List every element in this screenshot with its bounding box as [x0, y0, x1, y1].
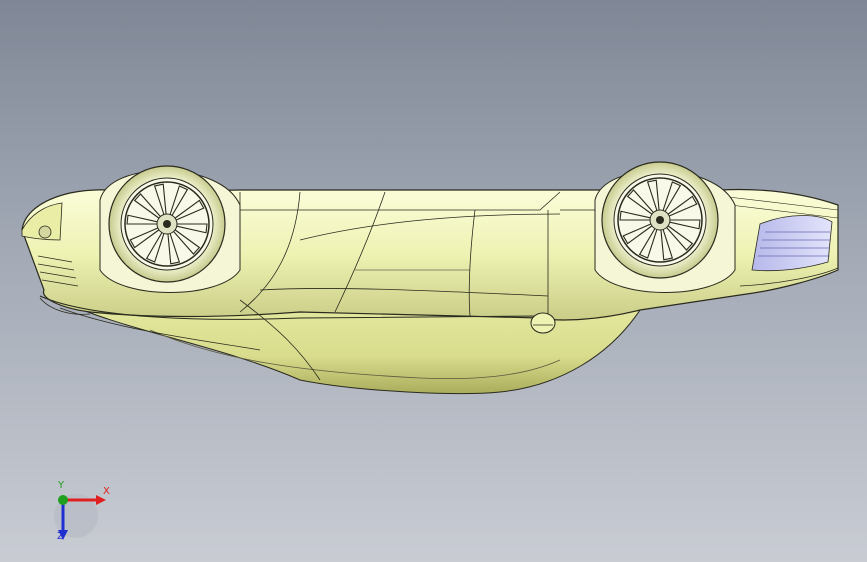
y-axis-dot [58, 495, 68, 505]
door-handle[interactable] [530, 312, 556, 334]
rear-wheel[interactable] [601, 161, 719, 279]
graphics-viewport[interactable]: X Y Z [0, 0, 867, 562]
car-model[interactable] [0, 0, 867, 562]
x-axis-label: X [103, 486, 110, 497]
y-axis-label: Y [58, 480, 65, 491]
z-axis-label: Z [57, 531, 64, 542]
front-wheel[interactable] [108, 165, 226, 283]
